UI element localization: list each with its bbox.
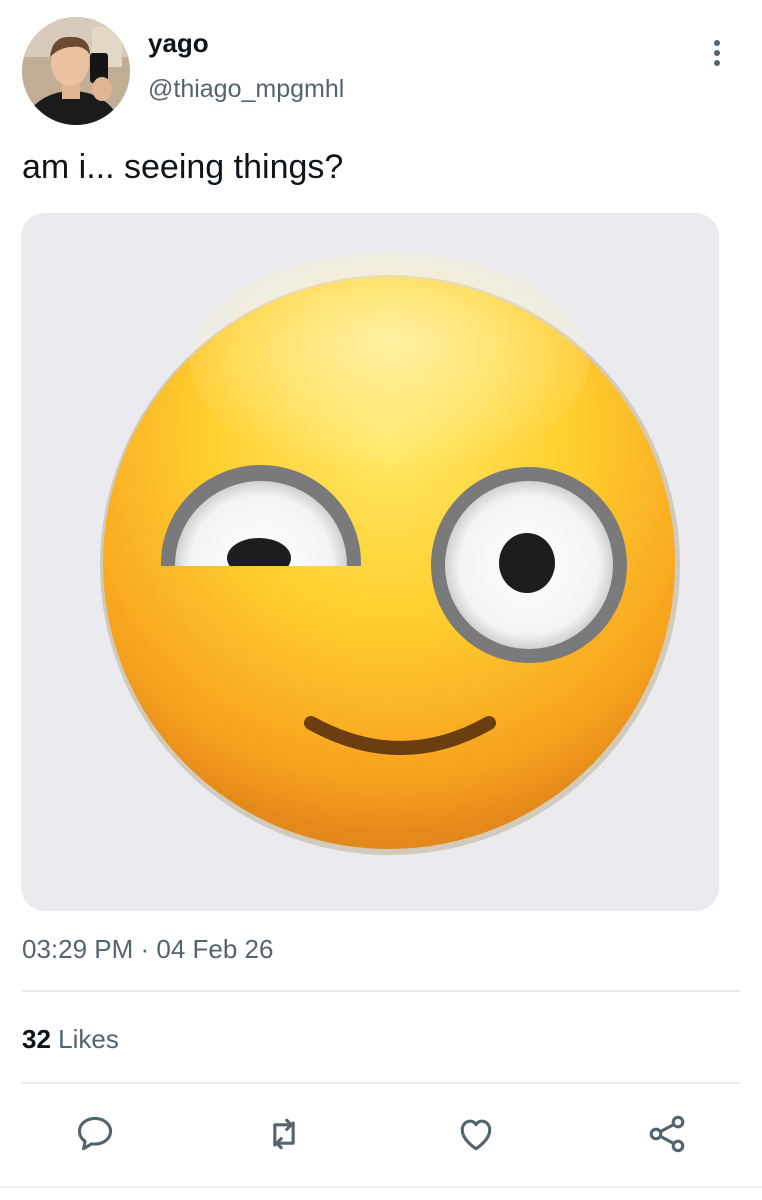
retweet-arrows-icon: [273, 1118, 295, 1150]
emoji-right-eye: [431, 467, 627, 663]
likes-label: Likes: [58, 1024, 119, 1054]
display-name[interactable]: yago: [148, 28, 209, 58]
likes-count[interactable]: 32 Likes: [22, 1022, 119, 1056]
flushed-face-emoji: [21, 213, 719, 911]
profile-photo: [22, 17, 130, 125]
share-nodes-icon: [649, 1115, 685, 1153]
dot: [714, 50, 720, 56]
likes-number: 32: [22, 1024, 51, 1054]
avatar[interactable]: [22, 17, 130, 125]
user-handle[interactable]: @thiago_mpgmhl: [148, 74, 344, 104]
more-options-icon[interactable]: [700, 34, 734, 72]
divider: [22, 990, 740, 992]
speech-bubble-icon: [77, 1116, 113, 1151]
heart-icon: [460, 1119, 492, 1151]
dot: [714, 60, 720, 66]
tweet-timestamp[interactable]: 03:29 PM · 04 Feb 26: [22, 932, 273, 966]
tweet-text: am i... seeing things?: [22, 148, 344, 186]
divider: [22, 1082, 740, 1084]
divider: [0, 1186, 762, 1188]
retweet-button[interactable]: [260, 1110, 308, 1158]
tweet: yago @thiago_mpgmhl am i... seeing thing…: [0, 0, 762, 1200]
share-button[interactable]: [643, 1110, 691, 1158]
reply-button[interactable]: [71, 1110, 119, 1158]
tweet-media-image[interactable]: [21, 213, 719, 911]
dot: [714, 40, 720, 46]
like-button[interactable]: [452, 1110, 500, 1158]
